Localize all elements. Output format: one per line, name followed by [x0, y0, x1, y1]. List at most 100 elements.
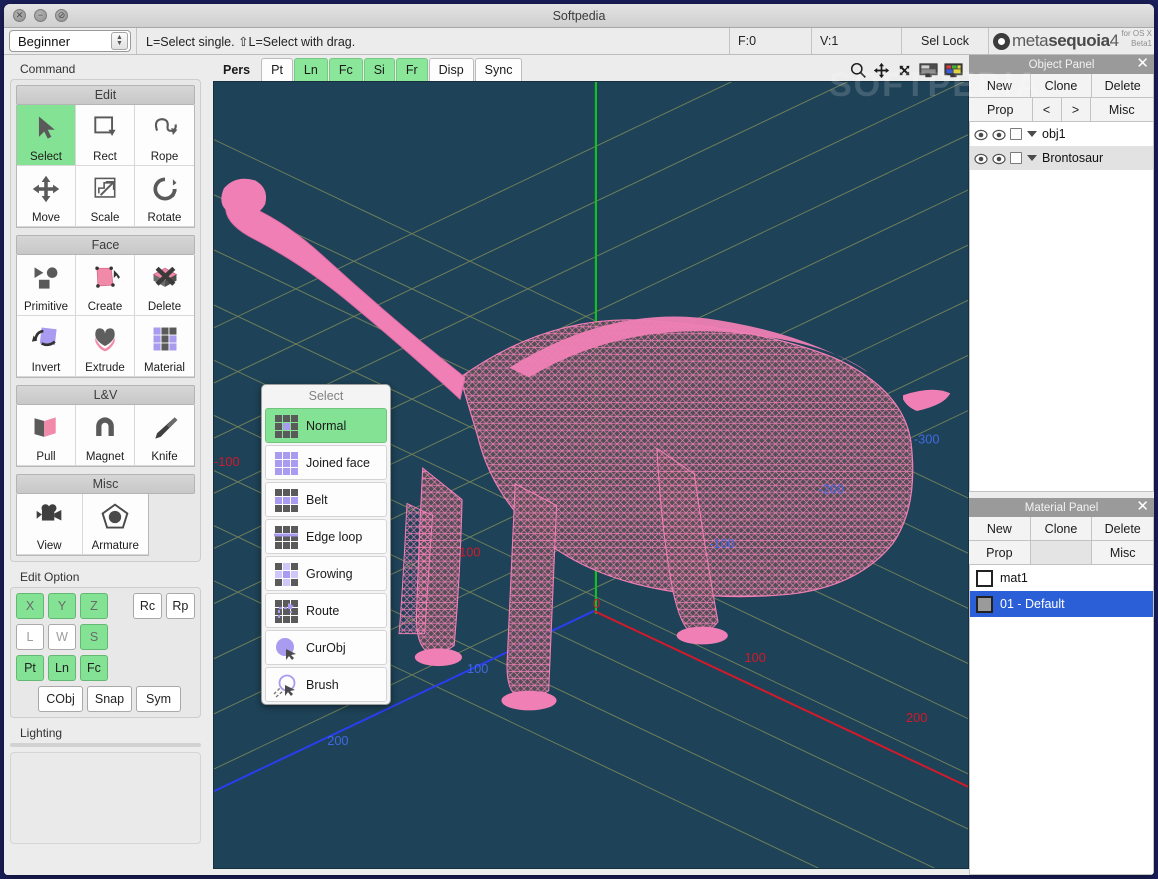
command-button-knife[interactable]: Knife: [135, 405, 194, 466]
mode-select[interactable]: Beginner ▲ ▼: [9, 30, 131, 52]
object-new-button[interactable]: New: [969, 74, 1031, 98]
axis-label: 100: [467, 661, 488, 676]
command-group-edit: Select Rect Rope Move Scale Rotate: [16, 105, 195, 228]
command-button-invert[interactable]: Invert: [17, 316, 76, 377]
viewport-tab-si[interactable]: Si: [363, 58, 395, 81]
edit-option-w-toggle[interactable]: W: [48, 624, 76, 650]
metasequoia-mark-icon: [993, 32, 1010, 50]
material-prop-button[interactable]: Prop: [969, 541, 1031, 565]
edit-option-l-toggle[interactable]: L: [16, 624, 44, 650]
command-button-rope[interactable]: Rope: [135, 105, 194, 166]
command-group-landv: Pull Magnet Knife: [16, 405, 195, 467]
rotate-view-icon[interactable]: [896, 62, 913, 79]
select-popup-item-belt[interactable]: Belt: [265, 482, 387, 517]
sel-lock-button[interactable]: Sel Lock: [901, 28, 988, 54]
command-button-select[interactable]: Select: [17, 105, 76, 166]
object-list-item[interactable]: Brontosaur: [970, 146, 1153, 170]
eye-icon[interactable]: [974, 153, 988, 164]
command-button-rect[interactable]: Rect: [76, 105, 135, 166]
edit-option-x-toggle[interactable]: X: [16, 593, 44, 619]
select-popup-item-joined-face[interactable]: Joined face: [265, 445, 387, 480]
material-list[interactable]: mat1 01 - Default: [969, 565, 1154, 875]
material-list-item[interactable]: mat1: [970, 565, 1153, 591]
edit-option-rc-toggle[interactable]: Rc: [133, 593, 162, 619]
chevron-down-icon[interactable]: [1027, 155, 1037, 161]
command-button-material[interactable]: Material: [135, 316, 194, 377]
edit-option-fc-toggle[interactable]: Fc: [80, 655, 108, 681]
edit-option-rp-toggle[interactable]: Rp: [165, 593, 195, 619]
command-button-primitive[interactable]: Primitive: [17, 255, 76, 316]
monitor-color-icon[interactable]: [944, 63, 963, 78]
material-blank-button: [1030, 541, 1093, 565]
material-clone-button[interactable]: Clone: [1030, 517, 1093, 541]
viewport-tab-pers[interactable]: Pers: [213, 58, 261, 81]
material-list-item[interactable]: 01 - Default: [970, 591, 1153, 617]
select-popup[interactable]: Select Normal Joined face Belt Edge loop Gro…: [261, 384, 391, 705]
edit-option-snap-toggle[interactable]: Snap: [87, 686, 132, 712]
object-clone-button[interactable]: Clone: [1030, 74, 1093, 98]
object-visibility-checkbox[interactable]: [1010, 128, 1022, 140]
command-button-scale[interactable]: Scale: [76, 166, 135, 227]
command-button-view[interactable]: View: [17, 494, 83, 555]
command-button-create[interactable]: Create: [76, 255, 135, 316]
close-icon[interactable]: ✕: [1136, 497, 1149, 516]
command-button-pull[interactable]: Pull: [17, 405, 76, 466]
eye-icon[interactable]: [974, 129, 988, 140]
camera-icon: [32, 494, 66, 540]
close-icon[interactable]: ✕: [1136, 54, 1149, 73]
stepper-icon[interactable]: ▲ ▼: [111, 32, 128, 50]
viewport-tab-ln[interactable]: Ln: [293, 58, 328, 81]
edit-option-sym-toggle[interactable]: Sym: [136, 686, 181, 712]
chevron-down-icon[interactable]: [1027, 131, 1037, 137]
object-next-button[interactable]: >: [1061, 98, 1091, 122]
3d-viewport[interactable]: -300 -200 -100 100 200 -100 100 0 100 200 Select …: [213, 81, 969, 869]
select-popup-item-curobj[interactable]: CurObj: [265, 630, 387, 665]
edit-option-pt-toggle[interactable]: Pt: [16, 655, 44, 681]
titlebar: ✕ − ⊘ Softpedia: [4, 4, 1154, 28]
material-swatch: [976, 569, 993, 587]
edit-option-panel: X Y Z Rc Rp L W S Pt Ln Fc CObj Snap Sym: [10, 587, 201, 718]
viewport-tab-disp[interactable]: Disp: [428, 58, 474, 81]
select-popup-item-edge-loop[interactable]: Edge loop: [265, 519, 387, 554]
grid-belt-icon: [273, 487, 299, 513]
zoom-magnifier-icon[interactable]: [850, 62, 867, 79]
material-delete-button[interactable]: Delete: [1092, 517, 1154, 541]
edit-option-ln-toggle[interactable]: Ln: [48, 655, 76, 681]
select-popup-item-brush[interactable]: Brush: [265, 667, 387, 702]
object-prop-button[interactable]: Prop: [969, 98, 1033, 122]
command-button-magnet[interactable]: Magnet: [76, 405, 135, 466]
select-popup-item-route[interactable]: Route: [265, 593, 387, 628]
select-popup-item-growing[interactable]: Growing: [265, 556, 387, 591]
axis-label: -100: [214, 454, 240, 469]
edit-option-s-toggle[interactable]: S: [80, 624, 108, 650]
material-new-button[interactable]: New: [969, 517, 1031, 541]
command-button-move[interactable]: Move: [17, 166, 76, 227]
object-visibility-checkbox[interactable]: [1010, 152, 1022, 164]
select-popup-item-normal[interactable]: Normal: [265, 408, 387, 443]
eye-icon[interactable]: [992, 153, 1006, 164]
object-list-item[interactable]: obj1: [970, 122, 1153, 146]
edit-option-row: CObj Snap Sym: [16, 686, 195, 712]
pan-move-icon[interactable]: [873, 62, 890, 79]
viewport-tab-fr[interactable]: Fr: [395, 58, 428, 81]
command-button-rotate[interactable]: Rotate: [135, 166, 194, 227]
viewport-tab-fc[interactable]: Fc: [328, 58, 363, 81]
lighting-panel: [10, 752, 201, 844]
edit-option-z-toggle[interactable]: Z: [80, 593, 108, 619]
command-button-extrude[interactable]: Extrude: [76, 316, 135, 377]
command-button-armature[interactable]: Armature: [82, 494, 148, 555]
material-misc-button[interactable]: Misc: [1092, 541, 1154, 565]
edit-option-cobj-toggle[interactable]: CObj: [38, 686, 83, 712]
viewport-tab-pt[interactable]: Pt: [261, 58, 293, 81]
object-list[interactable]: obj1 Brontosaur: [969, 122, 1154, 492]
object-delete-button[interactable]: Delete: [1092, 74, 1154, 98]
viewport-tab-sync[interactable]: Sync: [474, 58, 523, 81]
command-button-delete[interactable]: Delete: [135, 255, 194, 316]
eye-icon[interactable]: [992, 129, 1006, 140]
edit-option-row: LWS: [16, 624, 195, 650]
edit-option-y-toggle[interactable]: Y: [48, 593, 76, 619]
object-misc-button[interactable]: Misc: [1090, 98, 1154, 122]
object-prev-button[interactable]: <: [1032, 98, 1062, 122]
monitor-mono-icon[interactable]: [919, 63, 938, 78]
command-button-label: Primitive: [23, 301, 69, 313]
